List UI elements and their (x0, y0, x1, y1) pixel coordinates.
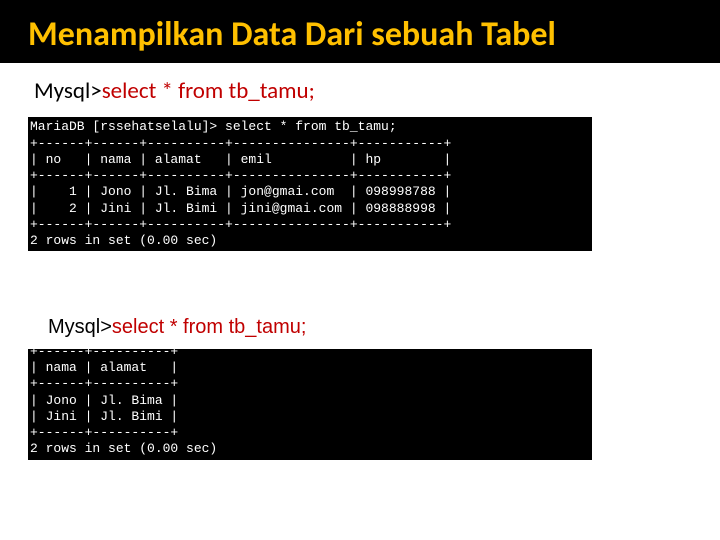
overlay-command-band: Mysql>select * from tb_tamu; (0, 306, 720, 349)
terminal-output-1: MariaDB [rssehatselalu]> select * from t… (28, 117, 592, 251)
cmd1-query: select * from tb_tamu; (102, 77, 315, 105)
slide-title: Menampilkan Data Dari sebuah Tabel (28, 16, 692, 53)
title-block: Menampilkan Data Dari sebuah Tabel (0, 0, 720, 63)
command-line-1: Mysql>select * from tb_tamu; (34, 77, 720, 105)
cmd2-prefix: Mysql> (48, 316, 112, 338)
cmd1-prefix: Mysql> (34, 77, 102, 105)
cmd2-query: select * from tb_tamu; (112, 316, 307, 338)
